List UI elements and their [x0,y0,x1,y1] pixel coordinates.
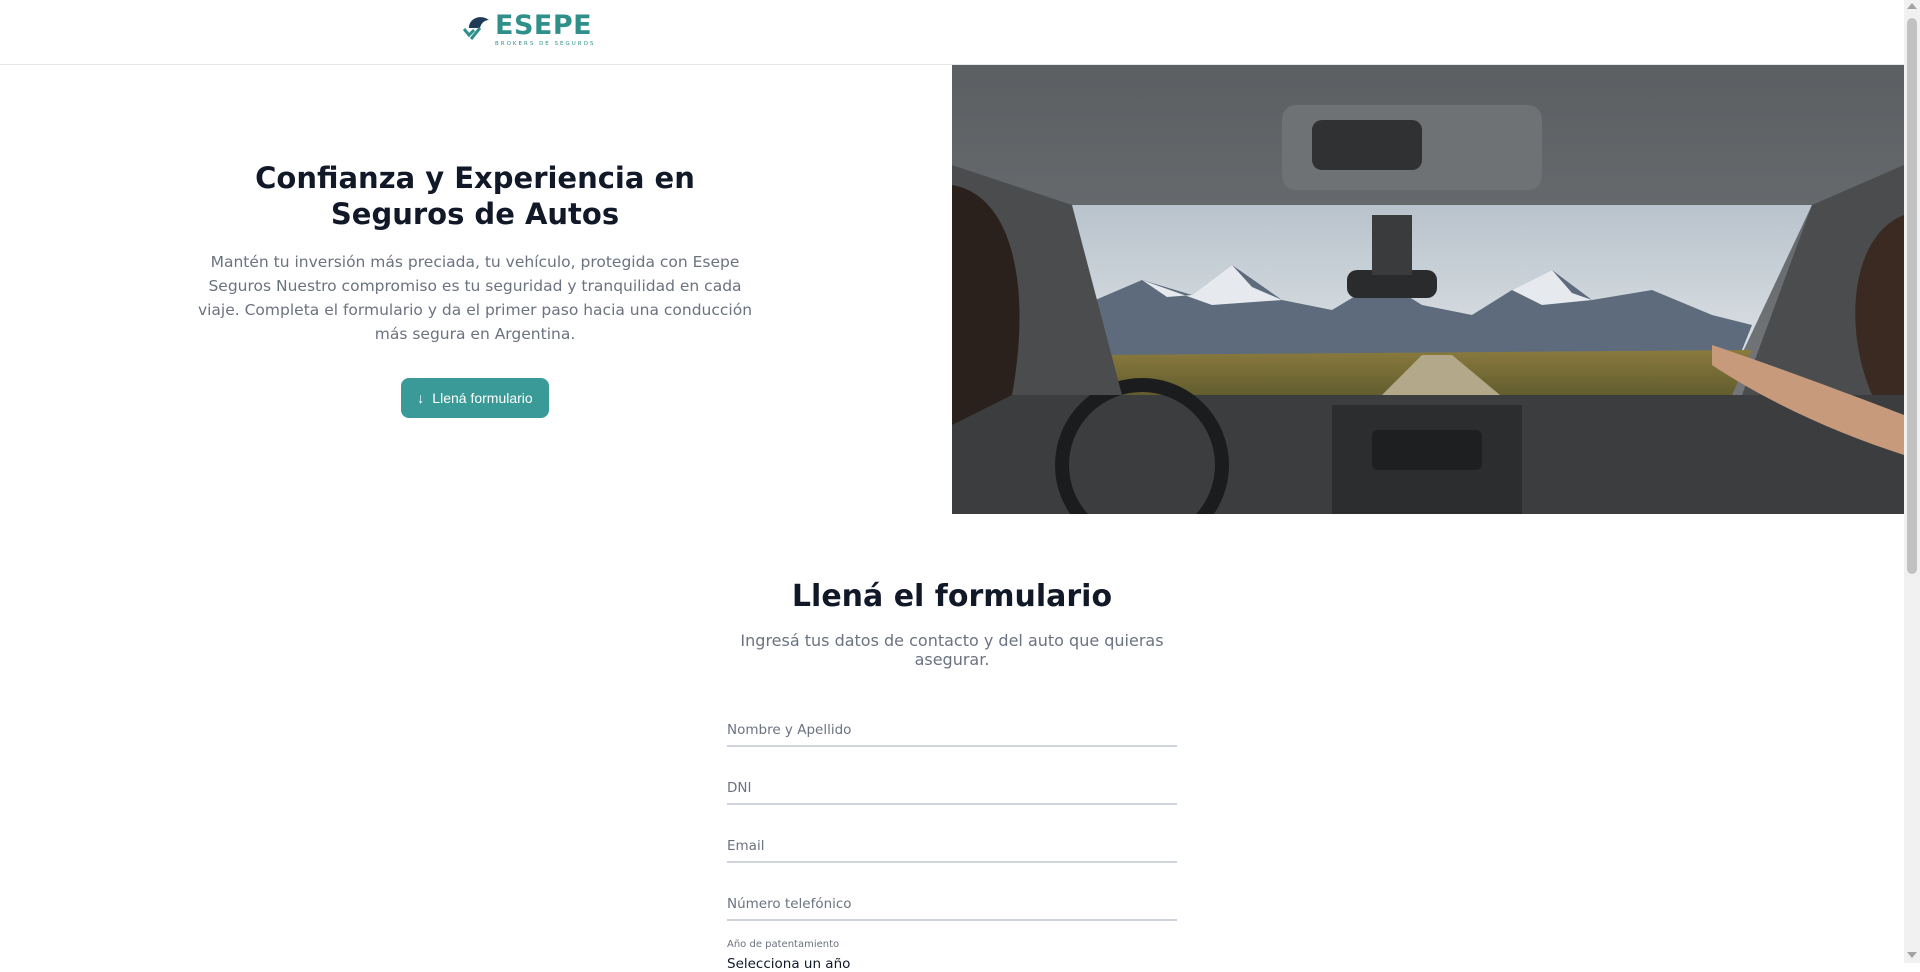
scroll-down-arrow-icon[interactable] [1907,952,1917,958]
scroll-up-arrow-icon[interactable] [1907,3,1917,9]
brand-name: ESEPE [495,10,593,41]
dni-field [727,747,1177,805]
arrow-down-icon: ↓ [417,390,425,406]
brand-tagline: BROKERS DE SEGUROS [495,41,596,47]
year-label: Año de patentamiento [727,939,840,950]
year-select[interactable]: Selecciona un año [727,956,1177,972]
hero-image [952,65,1904,514]
phone-input[interactable] [727,889,1177,921]
site-header: ESEPE BROKERS DE SEGUROS [0,0,1904,65]
email-input[interactable] [727,831,1177,863]
dni-input[interactable] [727,773,1177,805]
phone-field [727,863,1177,921]
name-input[interactable] [727,715,1177,747]
contact-form-section: Llená el formulario Ingresá tus datos de… [727,575,1177,972]
fill-form-button-label: Llená formulario [432,390,533,406]
contact-form: Año de patentamiento Selecciona un año [727,689,1177,972]
email-field [727,805,1177,863]
form-title: Llená el formulario [791,579,1113,614]
brand-logo[interactable]: ESEPE BROKERS DE SEGUROS [463,10,596,47]
hero-text: Confianza y Experiencia en Seguros de Au… [190,160,760,418]
fill-form-button[interactable]: ↓ Llená formulario [401,378,549,418]
scrollbar-thumb[interactable] [1907,18,1917,574]
form-subtitle: Ingresá tus datos de contacto y del auto… [740,631,1164,669]
car-interior-mountain-photo [952,65,1904,514]
hero-title: Confianza y Experiencia en Seguros de Au… [255,161,695,231]
name-field [727,689,1177,747]
umbrella-logo-icon [463,17,489,40]
hero-description: Mantén tu inversión más preciada, tu veh… [197,253,753,343]
